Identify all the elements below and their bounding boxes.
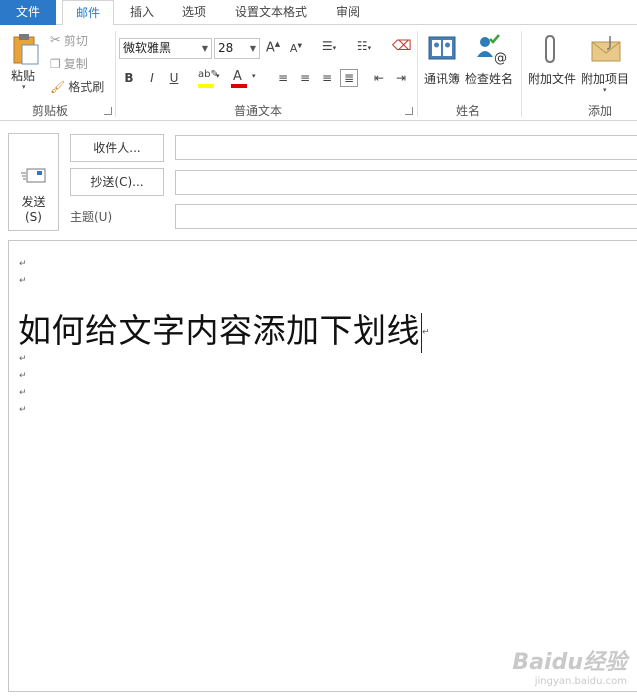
cc-field[interactable]	[175, 170, 637, 195]
paragraph-mark: ↵	[19, 388, 27, 398]
decrease-indent-icon[interactable]: ⇤	[371, 71, 387, 85]
baidu-watermark: Baidu经验 jingyan.baidu.com	[512, 644, 627, 687]
ribbon: 粘贴 ▾ ✂ 剪切 ❐ 复制 🖌 格式刷 剪贴板 微软雅黑 ▼ 28 ▼ A▲ …	[0, 25, 637, 121]
clear-formatting-icon[interactable]: ⌫	[392, 38, 412, 54]
send-shortcut: (S)	[25, 210, 42, 224]
increase-indent-icon[interactable]: ⇥	[393, 71, 409, 85]
message-body-editor[interactable]: ↵ ↵ 如何给文字内容添加下划线 ↵ ↵ ↵ ↵ ↵ Baidu经验 jingya…	[8, 240, 637, 692]
copy-icon: ❐	[50, 56, 61, 71]
paperclip-icon	[545, 34, 555, 64]
copy-button[interactable]: ❐ 复制	[50, 55, 88, 72]
font-name-combo[interactable]: 微软雅黑 ▼	[119, 38, 212, 59]
paragraph-mark: ↵	[19, 405, 27, 415]
envelope-attach-icon	[591, 36, 621, 62]
attach-file-label: 附加文件	[528, 72, 577, 86]
chevron-down-icon: ▾	[603, 86, 607, 94]
tab-review[interactable]: 审阅	[326, 0, 370, 25]
check-names-label: 检查姓名	[465, 72, 514, 86]
tab-options[interactable]: 选项	[172, 0, 216, 25]
group-divider	[521, 31, 522, 117]
paragraph-mark: ↵	[19, 259, 27, 269]
highlight-color-swatch	[198, 84, 214, 88]
paintbrush-icon: 🖌	[50, 79, 66, 94]
chevron-down-icon: ▾	[216, 72, 220, 80]
chevron-down-icon: ▾	[22, 83, 26, 91]
font-name-value: 微软雅黑	[123, 41, 172, 55]
scissors-icon: ✂	[50, 33, 61, 48]
chevron-down-icon: ▾	[252, 72, 256, 80]
font-color-button[interactable]: A ▾	[230, 69, 260, 89]
paste-button[interactable]: 粘贴 ▾	[7, 31, 45, 93]
tab-file[interactable]: 文件	[0, 0, 56, 25]
font-size-value: 28	[218, 41, 234, 55]
clipboard-dialog-launcher[interactable]	[104, 107, 112, 115]
ribbon-tab-bar: 文件 邮件 插入 选项 设置文本格式 审阅	[0, 0, 637, 26]
basic-text-dialog-launcher[interactable]	[405, 107, 413, 115]
clipboard-group-label: 剪贴板	[31, 104, 68, 118]
paragraph-mark: ↵	[19, 354, 27, 364]
group-divider	[417, 31, 418, 117]
send-button[interactable]: 发送 (S)	[8, 133, 59, 231]
tab-message[interactable]: 邮件	[62, 0, 114, 26]
address-book-button[interactable]: 通讯簿	[422, 31, 462, 93]
cc-button[interactable]: 抄送(C)...	[70, 168, 164, 196]
italic-button[interactable]: I	[145, 71, 159, 85]
attach-file-button[interactable]: 附加文件	[526, 31, 578, 93]
paragraph-mark: ↵	[19, 276, 27, 286]
align-right-icon[interactable]: ≡	[319, 71, 335, 85]
to-button[interactable]: 收件人...	[70, 134, 164, 162]
align-center-icon[interactable]: ≡	[297, 71, 313, 85]
check-names-icon: @	[477, 34, 507, 65]
cut-button[interactable]: ✂ 剪切	[50, 32, 88, 49]
copy-label: 复制	[63, 57, 88, 71]
attach-item-label: 附加项目	[581, 72, 630, 86]
format-painter-label: 格式刷	[68, 80, 105, 94]
chevron-down-icon: ▼	[201, 44, 208, 53]
address-book-icon	[428, 36, 456, 60]
paragraph-mark: ↵	[19, 371, 27, 381]
tab-format-text[interactable]: 设置文本格式	[226, 0, 316, 25]
shrink-font-icon[interactable]: A▼	[288, 42, 304, 55]
grow-font-icon[interactable]: A▲	[265, 40, 281, 55]
watermark-url: jingyan.baidu.com	[534, 676, 627, 687]
subject-label: 主题(U)	[70, 210, 113, 224]
group-divider	[115, 31, 116, 117]
numbering-icon[interactable]: ☷▾	[350, 39, 378, 53]
send-label: 发送	[21, 195, 46, 209]
format-painter-button[interactable]: 🖌 格式刷	[50, 78, 104, 95]
paste-label: 粘贴	[11, 69, 36, 83]
watermark-brand: Baidu经验	[512, 650, 627, 675]
highlight-color-button[interactable]: ab✎ ▾	[196, 69, 222, 89]
bold-button[interactable]: B	[122, 71, 136, 85]
font-color-swatch	[231, 84, 247, 88]
align-left-icon[interactable]: ≡	[275, 71, 291, 85]
paste-icon	[13, 34, 39, 65]
cut-label: 剪切	[63, 34, 88, 48]
attach-item-button[interactable]: 附加项目 ▾	[580, 31, 634, 103]
include-group-label: 添加	[587, 104, 612, 118]
headline-text: 如何给文字内容添加下划线	[18, 311, 420, 350]
tab-insert[interactable]: 插入	[120, 0, 164, 25]
underline-button[interactable]: U	[167, 71, 181, 85]
send-envelope-icon	[21, 168, 46, 183]
svg-text:@: @	[494, 51, 507, 65]
justify-icon[interactable]: ≣	[340, 69, 358, 87]
address-book-label: 通讯簿	[424, 72, 461, 86]
to-field[interactable]	[175, 135, 637, 160]
subject-field[interactable]	[175, 204, 637, 229]
font-color-icon: A	[233, 69, 242, 84]
paragraph-mark: ↵	[422, 327, 431, 338]
bullets-icon[interactable]: ☰▾	[316, 39, 342, 53]
check-names-button[interactable]: @ 检查姓名	[465, 31, 517, 93]
body-headline-text: 如何给文字内容添加下划线 ↵	[18, 304, 430, 353]
chevron-down-icon: ▼	[249, 44, 256, 53]
basic-text-group-label: 普通文本	[233, 104, 282, 118]
names-group-label: 姓名	[455, 104, 480, 118]
font-size-combo[interactable]: 28 ▼	[214, 38, 260, 59]
